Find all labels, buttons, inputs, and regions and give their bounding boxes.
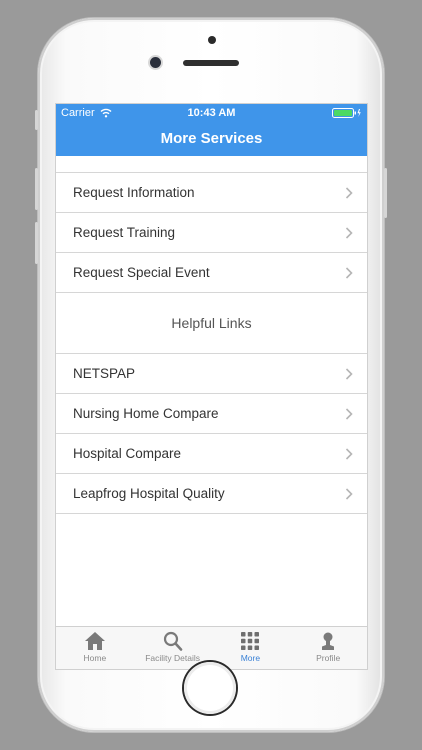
power-button [384,168,387,218]
volume-down-button [35,222,38,264]
chevron-right-icon [345,408,353,420]
list-item-request-special-event[interactable]: Request Special Event [56,253,367,293]
chevron-right-icon [345,267,353,279]
search-icon [163,631,182,651]
volume-up-button [35,168,38,210]
tab-more[interactable]: More [212,627,290,669]
tab-label: Facility Details [145,653,201,663]
mute-switch [35,110,38,130]
chevron-right-icon [345,227,353,239]
navigation-header: Carrier 10:43 AM More Services [56,104,367,156]
home-button[interactable] [184,662,236,714]
list-item-label: Request Information [73,185,195,200]
list-item-request-information[interactable]: Request Information [56,172,367,213]
chevron-right-icon [345,448,353,460]
phone-frame: Carrier 10:43 AM More Services Request I [35,18,387,732]
list-item-label: Nursing Home Compare [73,406,219,421]
earpiece-speaker [183,60,239,66]
list-item-hospital-compare[interactable]: Hospital Compare [56,434,367,474]
tab-label: Home [83,653,107,663]
chevron-right-icon [345,187,353,199]
grid-icon [241,632,260,650]
tab-label: More [240,653,261,663]
services-list: Request Information Request Training Req… [56,172,367,514]
tab-label: Profile [316,653,341,663]
house-icon [84,632,105,650]
chevron-right-icon [345,488,353,500]
page-title: More Services [160,130,263,147]
status-time: 10:43 AM [187,107,236,119]
tab-profile[interactable]: Profile [289,627,367,669]
tab-home[interactable]: Home [56,627,134,669]
list-item-leapfrog-hospital-quality[interactable]: Leapfrog Hospital Quality [56,474,367,514]
front-camera [150,57,161,68]
list-item-request-training[interactable]: Request Training [56,213,367,253]
list-item-label: Leapfrog Hospital Quality [73,486,225,501]
person-icon [322,632,335,650]
status-bar: Carrier 10:43 AM [56,104,367,122]
chevron-right-icon [345,368,353,380]
app-screen: Carrier 10:43 AM More Services Request I [56,104,367,669]
section-header-helpful-links: Helpful Links [56,293,367,354]
list-item-netspap[interactable]: NETSPAP [56,354,367,394]
list-item-label: Request Training [73,225,176,240]
list-item-label: Hospital Compare [73,446,182,461]
list-item-label: Request Special Event [73,265,210,280]
battery-icon [332,108,361,118]
list-item-label: NETSPAP [73,366,136,381]
proximity-sensor [208,36,216,44]
list-item-nursing-home-compare[interactable]: Nursing Home Compare [56,394,367,434]
